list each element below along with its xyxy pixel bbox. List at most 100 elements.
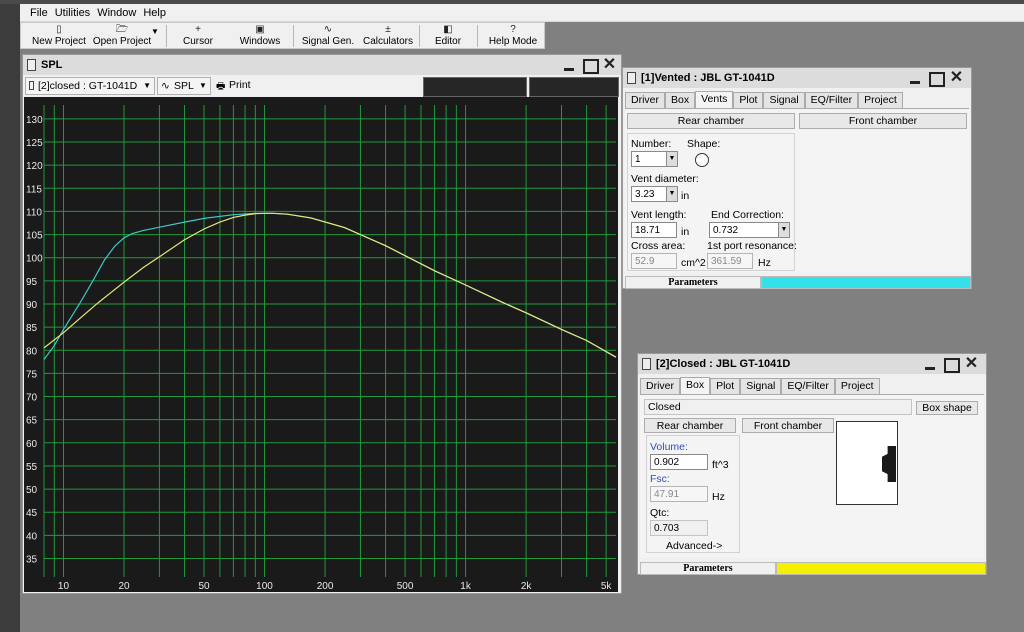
- volume-label: Volume:: [650, 441, 688, 453]
- spl-window-icon: [27, 59, 36, 71]
- advanced-link[interactable]: Advanced->: [666, 540, 722, 552]
- open-project-button[interactable]: 🗁 Open Project: [89, 23, 155, 49]
- vented-titlebar: [1]Vented : JBL GT-1041D ✕: [623, 68, 971, 88]
- editor-label: Editor: [434, 36, 462, 47]
- closed-titlebar: [2]Closed : JBL GT-1041D ✕: [638, 354, 986, 374]
- cursor-button[interactable]: + Cursor: [173, 23, 223, 49]
- maximize-button[interactable]: [941, 355, 960, 373]
- tab-project[interactable]: Project: [858, 92, 903, 108]
- vent-length-field[interactable]: 18.71: [631, 222, 677, 238]
- sine-small-icon: ∿: [161, 80, 170, 92]
- tab-eq-filter[interactable]: EQ/Filter: [781, 378, 835, 394]
- vented-status-indicator: [761, 276, 971, 289]
- chevron-down-icon[interactable]: ▼: [197, 77, 209, 95]
- y-tick-label: 130: [26, 115, 43, 126]
- tab-plot[interactable]: Plot: [733, 92, 764, 108]
- front-chamber-button[interactable]: Front chamber: [799, 113, 967, 129]
- y-tick-label: 115: [26, 184, 42, 195]
- closed-tab-panel: Closed Box shape Rear chamber Front cham…: [640, 394, 984, 558]
- fsc-unit: Hz: [712, 491, 725, 503]
- printer-icon: 🖶: [216, 81, 226, 92]
- menu-file[interactable]: File: [30, 7, 48, 19]
- menu-window[interactable]: Window: [97, 7, 136, 19]
- minimize-button[interactable]: [560, 56, 579, 74]
- x-tick-label: 5k: [601, 581, 613, 592]
- print-button[interactable]: 🖶 Print: [213, 77, 259, 95]
- y-tick-label: 90: [26, 300, 38, 311]
- x-tick-label: 1k: [460, 581, 472, 592]
- editor-button[interactable]: ◧ Editor: [426, 23, 470, 49]
- windows-label: Windows: [239, 36, 281, 47]
- tab-vents[interactable]: Vents: [695, 91, 734, 108]
- qtc-field: 0.703: [650, 520, 708, 536]
- x-tick-label: 500: [397, 581, 414, 592]
- open-project-dropdown-icon[interactable]: ▼: [149, 27, 161, 53]
- qtc-label: Qtc:: [650, 507, 670, 519]
- chevron-down-icon[interactable]: ▼: [779, 222, 790, 238]
- y-tick-label: 80: [26, 346, 38, 357]
- readout-box-left: [423, 77, 527, 97]
- windows-button[interactable]: ▣ Windows: [233, 23, 287, 49]
- tab-box[interactable]: Box: [680, 377, 711, 394]
- menu-utilities[interactable]: Utilities: [55, 7, 90, 19]
- close-button[interactable]: ✕: [962, 355, 981, 373]
- y-tick-label: 70: [26, 393, 38, 404]
- spl-project-select[interactable]: [2]closed : GT-1041D ▼: [25, 77, 155, 95]
- rear-chamber-button[interactable]: Rear chamber: [644, 418, 736, 433]
- tab-eq-filter[interactable]: EQ/Filter: [804, 92, 859, 108]
- port-resonance-label: 1st port resonance:: [707, 240, 797, 252]
- help-mode-button[interactable]: ? Help Mode: [483, 23, 543, 49]
- new-project-button[interactable]: ▯ New Project: [29, 23, 89, 49]
- round-shape-icon[interactable]: [695, 153, 709, 167]
- y-tick-label: 110: [26, 207, 42, 218]
- chevron-down-icon[interactable]: ▼: [667, 186, 678, 202]
- new-project-label: New Project: [32, 36, 86, 47]
- y-tick-label: 40: [26, 531, 38, 542]
- end-correction-field[interactable]: 0.732: [709, 222, 779, 238]
- maximize-button[interactable]: [580, 56, 599, 74]
- signal-gen-button[interactable]: ∿ Signal Gen.: [297, 23, 359, 49]
- x-tick-label: 2k: [521, 581, 533, 592]
- spl-chart: 35 40 45 50 55 60 65 70 75 80 85 90 95 100 105 110 115 12…: [24, 97, 618, 592]
- number-field[interactable]: 1: [631, 151, 667, 167]
- y-tick-label: 35: [26, 554, 38, 565]
- vented-tabs: Driver Box Vents Plot Signal EQ/Filter P…: [625, 91, 903, 108]
- tab-driver[interactable]: Driver: [640, 378, 680, 394]
- y-tick-label: 75: [26, 369, 38, 380]
- vent-diameter-unit: in: [681, 190, 690, 202]
- minimize-button[interactable]: [921, 355, 940, 373]
- chevron-down-icon[interactable]: ▼: [667, 151, 678, 167]
- tab-signal[interactable]: Signal: [763, 92, 805, 108]
- maximize-button[interactable]: [926, 69, 945, 87]
- vent-diameter-label: Vent diameter:: [631, 173, 699, 185]
- x-tick-label: 50: [198, 581, 210, 592]
- plot-background: [24, 97, 618, 592]
- tab-signal[interactable]: Signal: [740, 378, 782, 394]
- close-button[interactable]: ✕: [600, 56, 619, 74]
- vent-diameter-field[interactable]: 3.23: [631, 186, 667, 202]
- port-resonance-unit: Hz: [758, 257, 771, 269]
- front-chamber-button[interactable]: Front chamber: [742, 418, 834, 433]
- minimize-button[interactable]: [906, 69, 925, 87]
- closed-status-indicator: [776, 562, 986, 575]
- y-tick-label: 50: [26, 485, 38, 496]
- tab-project[interactable]: Project: [834, 378, 880, 394]
- box-type-field: Closed: [644, 399, 912, 415]
- close-button[interactable]: ✕: [947, 69, 966, 87]
- spl-plot-area[interactable]: 35 40 45 50 55 60 65 70 75 80 85 90 95 100 105 110 115 12…: [24, 97, 618, 592]
- box-shape-button[interactable]: Box shape: [916, 401, 978, 415]
- tab-plot[interactable]: Plot: [710, 378, 741, 394]
- number-label: Number:: [631, 138, 672, 150]
- calculators-button[interactable]: ± Calculators: [360, 23, 416, 49]
- spl-project-select-value: [2]closed : GT-1041D: [38, 80, 138, 92]
- calculator-icon: ±: [385, 24, 391, 35]
- toolbar-separator: [477, 25, 478, 47]
- help-mode-label: Help Mode: [488, 36, 538, 47]
- vented-tab-panel: Rear chamber Front chamber Number: 1 ▼ S…: [625, 108, 969, 272]
- menu-help[interactable]: Help: [143, 7, 166, 19]
- volume-unit: ft^3: [712, 459, 729, 471]
- tab-driver[interactable]: Driver: [625, 92, 665, 108]
- tab-box[interactable]: Box: [665, 92, 696, 108]
- volume-field[interactable]: 0.902: [650, 454, 708, 470]
- rear-chamber-button[interactable]: Rear chamber: [627, 113, 795, 129]
